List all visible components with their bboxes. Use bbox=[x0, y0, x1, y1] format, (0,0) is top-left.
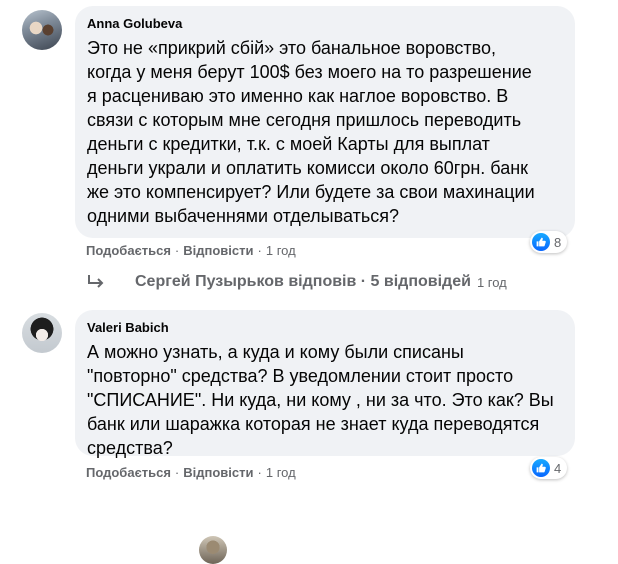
reaction-count: 8 bbox=[554, 234, 562, 250]
reaction-summary[interactable]: 8 bbox=[530, 231, 568, 253]
thumbs-up-icon bbox=[532, 459, 550, 477]
avatar-anna-golubeva[interactable] bbox=[22, 10, 62, 50]
thumbs-up-icon bbox=[532, 233, 550, 251]
separator-dot: · bbox=[174, 243, 180, 258]
comment-actions: Подобається · Відповісти · 1 год bbox=[86, 243, 296, 259]
comment-actions: Подобається · Відповісти · 1 год bbox=[86, 465, 296, 481]
comment-bubble: Anna Golubeva Это не «прикрий сбій» это … bbox=[75, 6, 575, 238]
avatar-valeri-babich[interactable] bbox=[22, 313, 62, 353]
like-button[interactable]: Подобається bbox=[86, 243, 171, 259]
comment-timestamp[interactable]: 1 год bbox=[266, 465, 296, 481]
comment-text: А можно узнать, а куда и кому были списа… bbox=[87, 342, 554, 458]
reply-arrow-icon bbox=[88, 275, 104, 288]
like-button[interactable]: Подобається bbox=[86, 465, 171, 481]
reply-button[interactable]: Відповісти bbox=[183, 465, 253, 481]
separator-dot: · bbox=[257, 243, 262, 258]
separator-dot: · bbox=[257, 465, 262, 480]
view-replies-row[interactable]: Сергей Пузырьков відповів · 5 відповідей… bbox=[86, 268, 507, 564]
separator-dot: · bbox=[174, 465, 180, 480]
comment-author[interactable]: Anna Golubeva bbox=[87, 16, 563, 32]
comment-author[interactable]: Valeri Babich bbox=[87, 320, 563, 336]
avatar-replier bbox=[199, 536, 227, 564]
reply-button[interactable]: Відповісти bbox=[183, 243, 253, 259]
comment-timestamp[interactable]: 1 год bbox=[266, 243, 296, 259]
reaction-summary[interactable]: 4 bbox=[530, 457, 568, 479]
comment-text: Это не «прикрий сбій» это банальное воро… bbox=[87, 38, 535, 226]
replies-link[interactable]: Сергей Пузырьков відповів · 5 відповідей bbox=[135, 273, 471, 291]
replies-timestamp: 1 год bbox=[476, 274, 507, 290]
reaction-count: 4 bbox=[554, 460, 562, 476]
comment-bubble: Valeri Babich А можно узнать, а куда и к… bbox=[75, 310, 575, 458]
